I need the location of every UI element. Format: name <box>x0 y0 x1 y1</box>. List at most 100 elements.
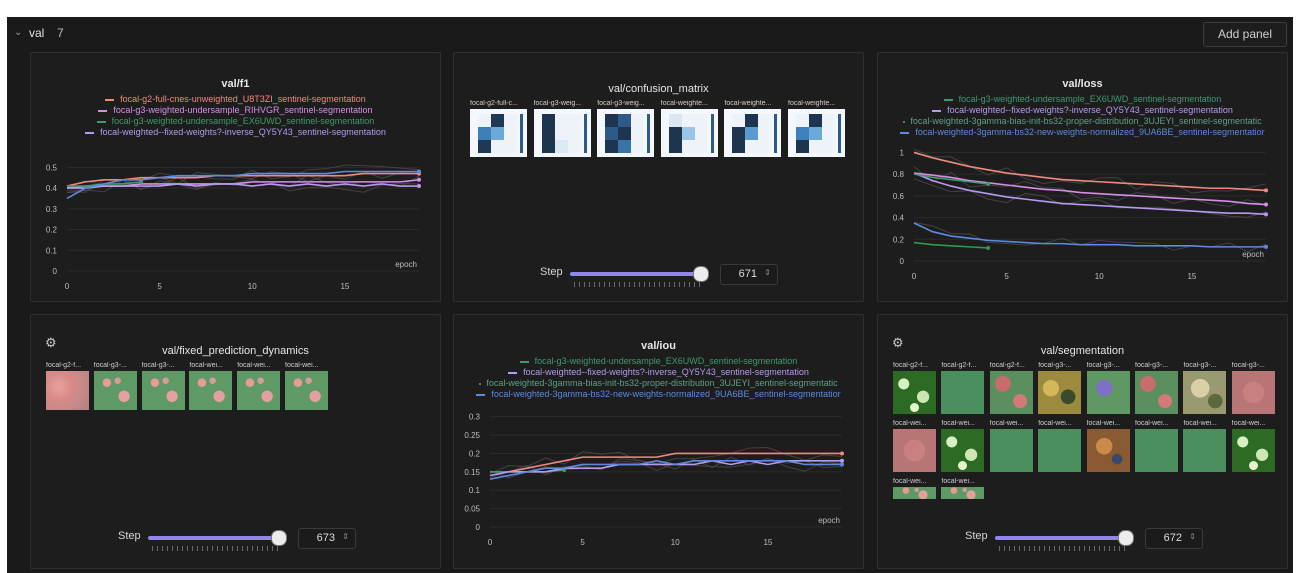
series-end-point[interactable] <box>840 462 844 467</box>
series-end-point[interactable] <box>840 458 844 463</box>
legend-item[interactable]: focal-weighted--fixed-weights?-inverse_Q… <box>878 105 1287 116</box>
step-slider-handle[interactable] <box>271 530 287 546</box>
series-end-point[interactable] <box>1264 202 1268 207</box>
panel-val-f1[interactable]: val/f1 focal-g2-full-cnes-unweighted_U8T… <box>30 52 441 302</box>
confusion-matrix-image[interactable] <box>597 109 655 157</box>
segmentation-image[interactable] <box>237 371 281 410</box>
segmentation-image[interactable] <box>189 371 233 410</box>
segmentation-image[interactable] <box>941 487 985 499</box>
gallery-item[interactable]: focal-wei... <box>1135 420 1180 478</box>
confusion-matrix-image[interactable] <box>724 109 782 157</box>
gallery-item[interactable]: focal-wei... <box>189 362 234 422</box>
segmentation-image[interactable] <box>1038 371 1082 414</box>
confusion-matrix-image[interactable] <box>660 109 718 157</box>
gallery-item[interactable]: focal-weighte... <box>788 100 849 160</box>
gallery-item[interactable]: focal-wei... <box>941 420 986 478</box>
panel-val-confusion-matrix[interactable]: val/confusion_matrix focal-g2-full-c... f… <box>453 52 864 302</box>
step-input[interactable]: 673 ⇕ <box>298 528 356 549</box>
series-end-point[interactable] <box>417 184 421 189</box>
line-chart[interactable]: 0 0.05 0.1 0.15 0.2 0.25 0.3 0 5 10 15 epoch <box>454 407 863 557</box>
legend-item[interactable]: focal-weighted-3gamma-bias-init-bs32-pro… <box>878 116 1287 127</box>
series-line[interactable] <box>913 241 989 249</box>
gallery-item[interactable]: focal-wei... <box>893 478 938 508</box>
section-header[interactable]: ⌄ val 7 Add panel <box>7 17 1293 50</box>
step-slider-track[interactable] <box>995 536 1125 540</box>
gallery-item[interactable]: focal-g3-weig... <box>597 100 658 160</box>
segmentation-image[interactable] <box>941 371 985 414</box>
gallery-item[interactable]: focal-g2-f... <box>46 362 91 422</box>
series-end-point[interactable] <box>417 177 421 182</box>
gallery-item[interactable]: focal-wei... <box>941 478 986 508</box>
gallery-item[interactable]: focal-g3-weig... <box>533 100 595 160</box>
panel-val-iou[interactable]: val/iou focal-g3-weighted-undersample_EX… <box>453 314 864 569</box>
series-line[interactable] <box>489 459 842 480</box>
gallery-item[interactable]: focal-weighte... <box>724 100 785 160</box>
series-end-point[interactable] <box>840 451 844 456</box>
legend-item[interactable]: focal-g3-weighted-undersample_EX6UWD_sen… <box>31 116 440 127</box>
chevron-down-icon[interactable]: ⌄ <box>14 27 22 38</box>
segmentation-image[interactable] <box>893 487 936 499</box>
series-end-point[interactable] <box>1264 212 1268 217</box>
gallery-item[interactable]: focal-wei... <box>1038 420 1083 478</box>
gallery-item[interactable]: focal-g3-... <box>1135 362 1180 420</box>
segmentation-image[interactable] <box>893 429 936 472</box>
segmentation-image[interactable] <box>1183 371 1227 414</box>
line-chart[interactable]: 0 0.1 0.2 0.3 0.4 0.5 0 5 10 15 epoch <box>31 151 440 301</box>
gallery-item[interactable]: focal-wei... <box>989 420 1035 478</box>
segmentation-image[interactable] <box>1135 371 1178 414</box>
series-end-point[interactable] <box>1264 188 1268 193</box>
gallery-item[interactable]: focal-wei... <box>1086 420 1132 478</box>
step-slider-handle[interactable] <box>693 266 709 282</box>
gallery-item[interactable]: focal-g3-... <box>141 362 187 422</box>
legend-item[interactable]: focal-weighted-3gamma-bias-init-bs32-pro… <box>454 378 863 389</box>
segmentation-image[interactable] <box>941 429 985 472</box>
segmentation-image[interactable] <box>1135 429 1178 472</box>
series-end-point[interactable] <box>986 181 991 186</box>
confusion-matrix-image[interactable] <box>533 109 591 157</box>
gallery-item[interactable]: focal-wei... <box>893 420 938 478</box>
segmentation-image[interactable] <box>893 371 936 414</box>
segmentation-image[interactable] <box>1086 371 1130 414</box>
stepper-arrows-icon[interactable]: ⇕ <box>342 532 349 541</box>
gallery-item[interactable]: focal-wei... <box>1231 420 1277 478</box>
segmentation-image[interactable] <box>1231 429 1275 472</box>
panel-val-loss[interactable]: val/loss focal-g3-weighted-undersample_E… <box>877 52 1288 302</box>
panel-val-fixed-prediction-dynamics[interactable]: ⚙ val/fixed_prediction_dynamics focal-g2… <box>30 314 441 569</box>
legend-item[interactable]: focal-g3-weighted-undersample_EX6UWD_sen… <box>878 94 1287 105</box>
gallery-item[interactable]: focal-wei... <box>1183 420 1228 478</box>
step-slider-track[interactable] <box>148 536 278 540</box>
segmentation-image[interactable] <box>93 371 137 410</box>
series-line[interactable] <box>913 222 1266 248</box>
gallery-item[interactable]: focal-g3-... <box>1086 362 1132 420</box>
segmentation-image[interactable] <box>1183 429 1227 472</box>
line-chart[interactable]: 00.20.40.60.810 5 10 15epoch <box>878 141 1287 291</box>
legend-item[interactable]: focal-weighted-3gamma-bs32-new-weights-n… <box>454 389 863 400</box>
segmentation-image[interactable] <box>285 371 328 410</box>
legend-item[interactable]: focal-g3-weighted-undersample_EX6UWD_sen… <box>454 356 863 367</box>
segmentation-image[interactable] <box>46 371 89 410</box>
segmentation-image[interactable] <box>141 371 185 410</box>
segmentation-image[interactable] <box>1086 429 1130 472</box>
gallery-item[interactable]: focal-g3-... <box>1183 362 1228 420</box>
legend-item[interactable]: focal-weighted--fixed-weights?-inverse_Q… <box>31 127 440 138</box>
gallery-item[interactable]: focal-g3-... <box>1231 362 1277 420</box>
step-slider-track[interactable] <box>570 272 700 276</box>
series-end-point[interactable] <box>417 169 421 174</box>
gallery-item[interactable]: focal-g2-full-c... <box>470 100 531 160</box>
confusion-matrix-image[interactable] <box>788 109 845 157</box>
stepper-arrows-icon[interactable]: ⇕ <box>764 268 771 277</box>
segmentation-image[interactable] <box>989 429 1033 472</box>
step-input[interactable]: 672 ⇕ <box>1145 528 1203 549</box>
series-end-point[interactable] <box>986 245 991 250</box>
legend-item[interactable]: focal-weighted-3gamma-bs32-new-weights-n… <box>878 127 1287 138</box>
gallery-item[interactable]: focal-g2-f... <box>893 362 938 420</box>
step-slider-handle[interactable] <box>1118 530 1134 546</box>
segmentation-image[interactable] <box>1038 429 1082 472</box>
gallery-item[interactable]: focal-g3-... <box>1038 362 1083 420</box>
segmentation-image[interactable] <box>1231 371 1275 414</box>
gallery-item[interactable]: focal-g2-f... <box>941 362 986 420</box>
legend-item[interactable]: focal-g2-full-cnes-unweighted_U8T3ZI_sen… <box>31 94 440 105</box>
step-input[interactable]: 671 ⇕ <box>720 264 778 285</box>
gallery-item[interactable]: focal-weighte... <box>660 100 722 160</box>
legend-item[interactable]: focal-g3-weighted-undersample_RIHVGR_sen… <box>31 105 440 116</box>
